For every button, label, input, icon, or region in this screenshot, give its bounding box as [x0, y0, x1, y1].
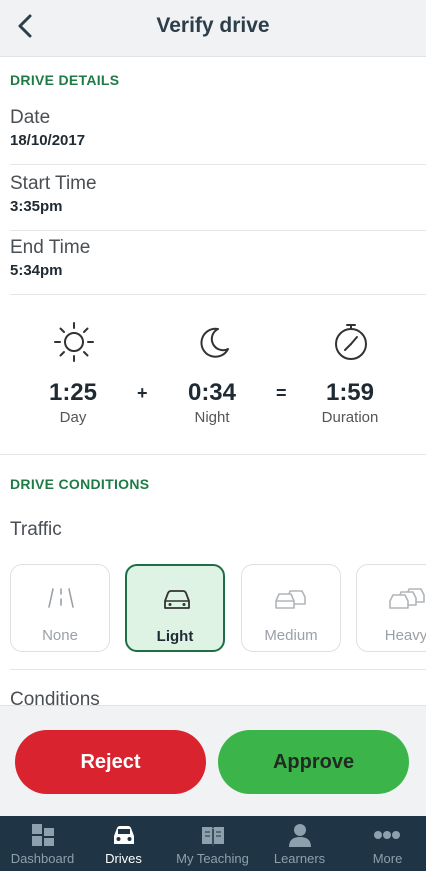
date-value: 18/10/2017 [10, 132, 86, 149]
date-field: Date 18/10/2017 [10, 99, 426, 165]
page-title: Verify drive [156, 14, 270, 37]
tab-label: Dashboard [10, 851, 75, 866]
tab-learners[interactable]: Learners [257, 816, 342, 871]
tab-label: My Teaching [176, 851, 249, 866]
more-dots-icon [374, 831, 400, 839]
drive-conditions-heading: DRIVE CONDITIONS [10, 476, 150, 492]
end-time-field: End Time 5:34pm [10, 229, 426, 295]
action-bar: Reject Approve [0, 705, 426, 816]
traffic-option-label: Medium [264, 627, 318, 644]
traffic-option-label: Light [156, 628, 194, 645]
tab-my-teaching[interactable]: My Teaching [170, 816, 255, 871]
tab-label: Drives [105, 851, 142, 866]
tab-label: More [372, 851, 403, 866]
night-time-value: 0:34 [187, 379, 237, 406]
traffic-option-label: None [42, 627, 78, 644]
night-time-label: Night [194, 409, 230, 426]
moon-icon [200, 327, 229, 358]
car-icon [114, 826, 134, 844]
person-icon [289, 824, 311, 847]
stopwatch-icon [335, 324, 367, 360]
traffic-option-heavy[interactable]: Heavy [356, 564, 426, 652]
empty-road-icon [48, 588, 74, 608]
tab-dashboard[interactable]: Dashboard [0, 816, 85, 871]
start-time-label: Start Time [10, 173, 97, 194]
day-time-value: 1:25 [48, 379, 98, 406]
end-time-label: End Time [10, 237, 91, 258]
duration-value: 1:59 [325, 379, 375, 406]
verify-drive-content[interactable]: DRIVE DETAILS Date 18/10/2017 Start Time… [0, 57, 426, 705]
start-time-value: 3:35pm [10, 198, 63, 215]
traffic-label: Traffic [10, 519, 62, 540]
three-cars-icon [389, 588, 425, 609]
plus-sign: + [137, 383, 148, 403]
approve-button[interactable]: Approve [218, 730, 409, 794]
top-app-bar: Verify drive [0, 0, 426, 57]
divider [10, 669, 426, 670]
end-time-value: 5:34pm [10, 262, 63, 279]
bottom-tab-bar: Dashboard Drives My Teaching Learners Mo… [0, 816, 426, 871]
reject-button[interactable]: Reject [15, 730, 206, 794]
tab-drives[interactable]: Drives [81, 816, 166, 871]
traffic-option-none[interactable]: None [10, 564, 110, 652]
time-summary: 1:25 Day + 0:34 Night = 1:59 Duration [0, 293, 426, 455]
car-icon [164, 590, 190, 609]
drive-details-heading: DRIVE DETAILS [10, 72, 120, 88]
book-icon [202, 827, 224, 846]
two-cars-icon [275, 590, 306, 609]
equals-sign: = [276, 383, 287, 403]
conditions-label: Conditions [10, 689, 100, 705]
traffic-option-label: Heavy [384, 627, 426, 644]
day-time-label: Day [59, 409, 87, 426]
duration-label: Duration [321, 409, 379, 426]
traffic-option-medium[interactable]: Medium [241, 564, 341, 652]
dashboard-icon [32, 824, 54, 846]
sun-icon [54, 322, 94, 362]
traffic-option-light[interactable]: Light [125, 564, 225, 652]
date-label: Date [10, 107, 51, 128]
traffic-options: None Light Medium Heavy [10, 564, 426, 652]
tab-label: Learners [273, 851, 326, 866]
start-time-field: Start Time 3:35pm [10, 165, 426, 231]
tab-more[interactable]: More [345, 816, 426, 871]
